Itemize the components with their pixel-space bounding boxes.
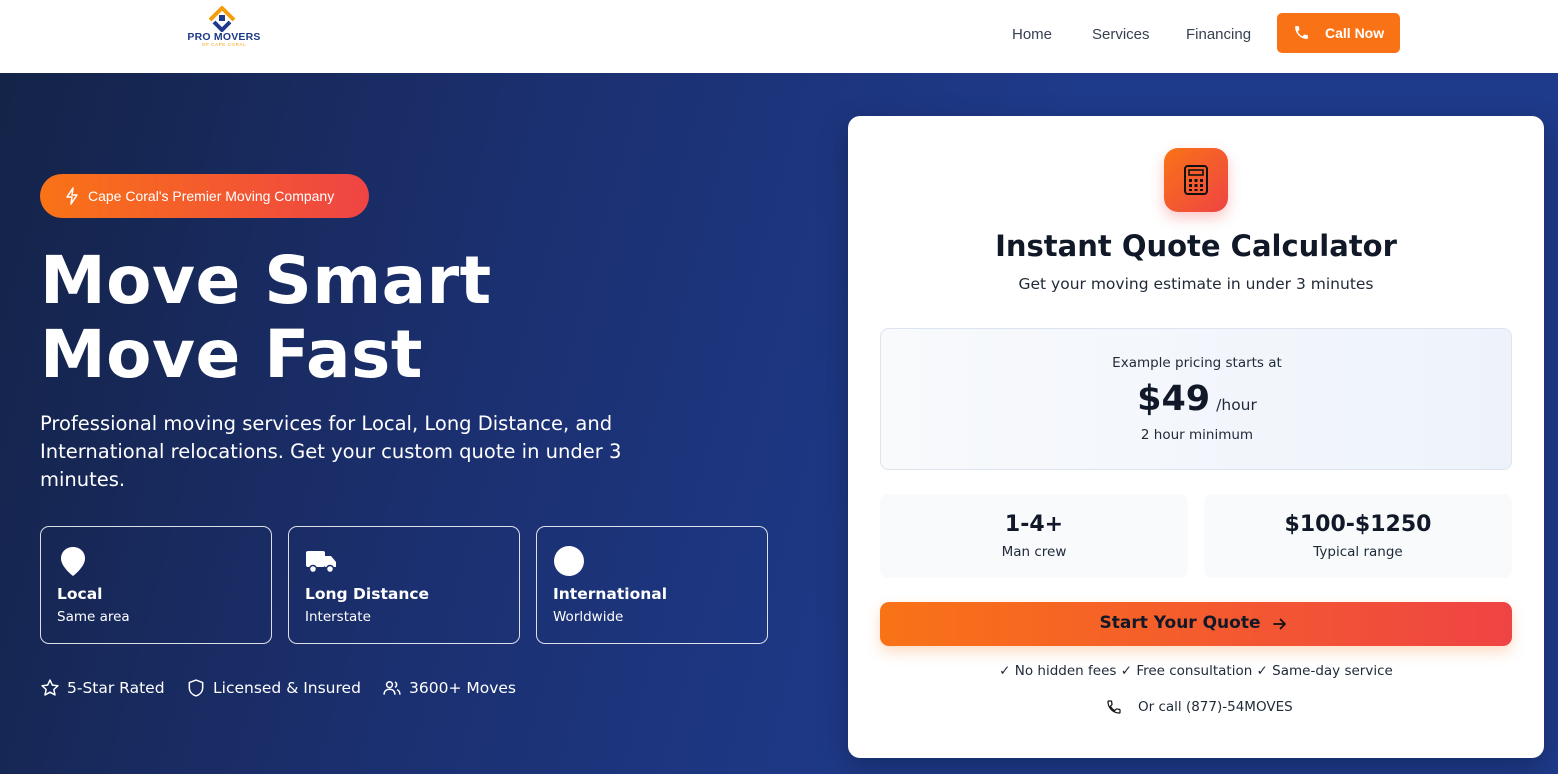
- hero-section: Cape Coral's Premier Moving Company Move…: [0, 73, 1558, 774]
- stat-range: $100-$1250 Typical range: [1204, 494, 1512, 578]
- globe-icon: [554, 546, 584, 576]
- stat-label: Man crew: [1001, 544, 1067, 560]
- logo-subtitle: OF CAPE CORAL: [201, 42, 247, 47]
- quote-perks: ✓ No hidden fees ✓ Free consultation ✓ S…: [999, 663, 1393, 679]
- nav-home-link[interactable]: Home: [1012, 26, 1052, 43]
- hero-description: Professional moving services for Local, …: [40, 410, 630, 494]
- stat-crew: 1-4+ Man crew: [880, 494, 1188, 578]
- truck-icon: [306, 551, 336, 574]
- phone-icon: [1295, 26, 1308, 39]
- example-pricing-box: Example pricing starts at $49/hour 2 hou…: [880, 328, 1512, 470]
- calculator-icon: [1184, 165, 1208, 195]
- stat-label: Typical range: [1313, 544, 1403, 560]
- price-minimum: 2 hour minimum: [1140, 427, 1254, 443]
- price-label: Example pricing starts at: [1112, 355, 1282, 371]
- nav-financing-link[interactable]: Financing: [1186, 26, 1251, 43]
- start-quote-label: Start Your Quote: [1099, 613, 1261, 633]
- price-row: $49/hour: [881, 379, 1513, 419]
- call-now-label: Call Now: [1325, 25, 1385, 41]
- lightning-icon: [66, 187, 78, 205]
- stat-value: $100-$1250: [1284, 512, 1432, 537]
- price-unit: /hour: [1216, 396, 1257, 414]
- hero-description-line: International relocations. Get your cust…: [40, 440, 622, 463]
- headline-line-2: Move Fast: [40, 316, 423, 393]
- or-call-label: Or call (877)-54MOVES: [1138, 699, 1293, 715]
- shield-icon: [188, 679, 204, 697]
- trust-item-moves: 3600+ Moves: [382, 677, 522, 699]
- service-title: Long Distance: [305, 585, 430, 603]
- or-call-link[interactable]: Or call (877)-54MOVES: [1106, 698, 1306, 718]
- headline-line-1: Move Smart: [40, 242, 492, 319]
- calculator-badge: [1164, 148, 1228, 212]
- start-quote-button[interactable]: Start Your Quote: [880, 602, 1512, 646]
- service-subtitle: Interstate: [305, 609, 371, 625]
- nav-services-link[interactable]: Services: [1092, 26, 1150, 43]
- trust-item-rated: 5-Star Rated: [40, 677, 170, 699]
- stat-value: 1-4+: [1004, 512, 1064, 537]
- trust-label: Licensed & Insured: [213, 679, 361, 697]
- service-card-long-distance[interactable]: Long Distance Interstate: [288, 526, 520, 644]
- premier-badge: Cape Coral's Premier Moving Company: [40, 174, 369, 218]
- price-amount: $49: [1137, 379, 1211, 419]
- call-now-button[interactable]: Call Now: [1277, 13, 1400, 53]
- pro-movers-logo[interactable]: PRO MOVERS OF CAPE CORAL: [184, 4, 264, 47]
- users-icon: [383, 681, 401, 695]
- trust-label: 5-Star Rated: [67, 679, 165, 697]
- logo-house-icon: [208, 6, 236, 32]
- top-nav: PRO MOVERS OF CAPE CORAL Home Services F…: [0, 0, 1558, 73]
- service-subtitle: Worldwide: [553, 609, 624, 625]
- map-pin-icon: [61, 547, 85, 576]
- trust-label: 3600+ Moves: [409, 679, 517, 697]
- service-subtitle: Same area: [57, 609, 130, 625]
- quote-subtitle: Get your moving estimate in under 3 minu…: [1018, 275, 1374, 293]
- phone-icon: [1107, 700, 1121, 714]
- premier-badge-label: Cape Coral's Premier Moving Company: [88, 188, 335, 204]
- hero-description-line: Professional moving services for Local, …: [40, 412, 613, 435]
- hero-description-line: minutes.: [40, 468, 126, 491]
- quote-calculator-card: Instant Quote Calculator Get your moving…: [848, 116, 1544, 758]
- service-title: International: [553, 585, 668, 603]
- service-card-local[interactable]: Local Same area: [40, 526, 272, 644]
- star-icon: [41, 679, 59, 696]
- trust-item-licensed: Licensed & Insured: [186, 677, 366, 699]
- service-card-international[interactable]: International Worldwide: [536, 526, 768, 644]
- arrow-right-icon: [1273, 618, 1286, 630]
- service-title: Local: [57, 585, 103, 603]
- quote-title: Instant Quote Calculator: [995, 229, 1397, 263]
